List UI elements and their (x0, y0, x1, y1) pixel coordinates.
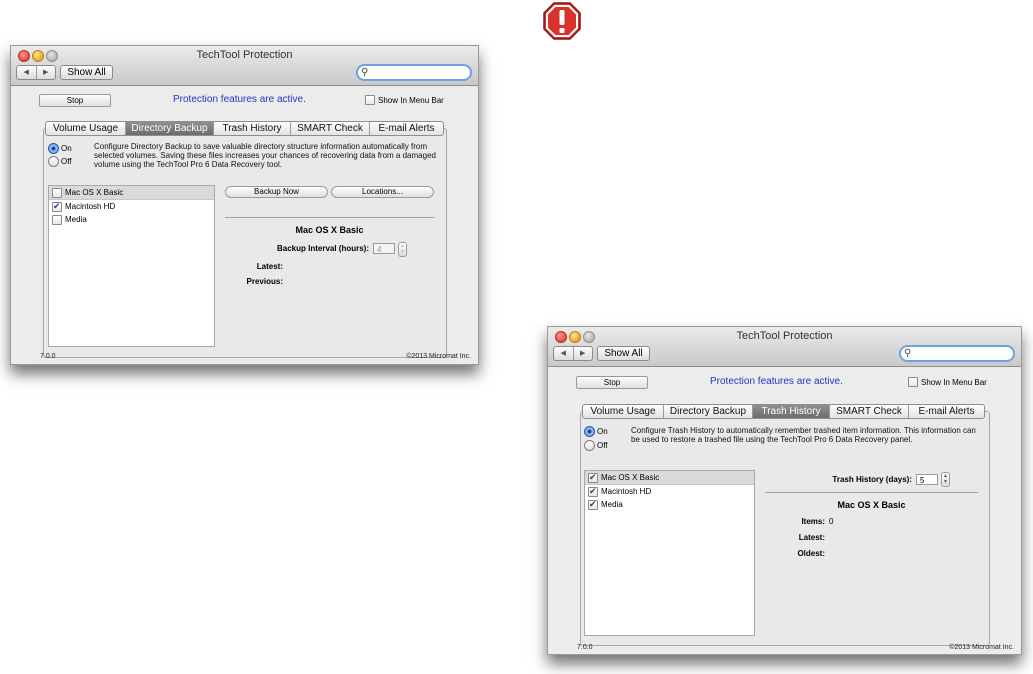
version-text: 7.0.0 (577, 644, 593, 651)
locations-button[interactable]: Locations... (331, 186, 434, 198)
volume-checkbox[interactable] (588, 472, 598, 483)
tab-trash-history[interactable]: Trash History (753, 405, 830, 418)
latest-label: Latest: (798, 533, 825, 542)
trash-history-days-stepper[interactable]: ▲ ▼ (941, 472, 950, 487)
tab-bar: Volume Usage Directory Backup Trash Hist… (45, 121, 444, 136)
selected-volume-title: Mac OS X Basic (295, 225, 364, 235)
show-all-button[interactable]: Show All (60, 65, 113, 80)
tab-directory-backup[interactable]: Directory Backup (664, 405, 753, 418)
show-in-menu-bar-checkbox[interactable]: Show In Menu Bar (908, 377, 987, 387)
title-bar: TechTool Protection ◀ ▶ Show All ⚲ (548, 327, 1021, 367)
search-input[interactable]: ⚲ (356, 64, 472, 81)
radio-on-label: On (61, 144, 72, 153)
volume-list: Mac OS X Basic Macintosh HD Media (584, 470, 755, 636)
list-item[interactable]: Media (585, 498, 754, 511)
radio-on[interactable]: On (48, 143, 72, 154)
chevron-right-icon[interactable]: ▶ (37, 66, 56, 79)
list-item[interactable]: Macintosh HD (585, 485, 754, 498)
show-in-menu-bar-label: Show In Menu Bar (378, 95, 444, 105)
volume-checkbox[interactable] (52, 187, 62, 198)
trash-history-days-label: Trash History (days): (832, 475, 912, 484)
previous-label: Previous: (246, 277, 283, 286)
chevron-right-icon[interactable]: ▶ (574, 347, 593, 360)
tab-email-alerts[interactable]: E-mail Alerts (909, 405, 984, 418)
status-text: Protection features are active. (173, 94, 306, 105)
volume-name: Macintosh HD (65, 202, 116, 211)
window-title: TechTool Protection (736, 330, 833, 342)
radio-button-selected[interactable] (48, 143, 59, 154)
stop-button[interactable]: Stop (39, 94, 111, 107)
backup-interval-stepper[interactable]: ▲ ▼ (398, 242, 407, 257)
latest-label: Latest: (256, 262, 283, 271)
list-item[interactable]: Mac OS X Basic (585, 471, 754, 485)
volume-checkbox[interactable] (588, 486, 598, 497)
radio-on-label: On (597, 427, 608, 436)
description-text: Configure Directory Backup to save valua… (94, 142, 436, 169)
techtool-protection-window-directory-backup: TechTool Protection ◀ ▶ Show All ⚲ Stop … (10, 45, 479, 365)
tab-trash-history[interactable]: Trash History (214, 122, 291, 135)
volume-checkbox[interactable] (52, 201, 62, 212)
version-text: 7.0.0 (40, 353, 56, 360)
tab-volume-usage[interactable]: Volume Usage (46, 122, 126, 135)
radio-off[interactable]: Off (48, 156, 72, 167)
show-in-menu-bar-checkbox[interactable]: Show In Menu Bar (365, 95, 444, 105)
divider (225, 217, 434, 218)
radio-off-label: Off (61, 157, 72, 166)
volume-name: Media (65, 215, 87, 224)
copyright-text: ©2013 Micromat Inc. (949, 644, 1014, 651)
items-value: 0 (829, 517, 834, 526)
magnifier-icon: ⚲ (361, 67, 369, 78)
back-forward-buttons: ◀ ▶ (16, 65, 56, 80)
window-title: TechTool Protection (196, 49, 293, 61)
volume-name: Mac OS X Basic (65, 188, 124, 197)
list-item[interactable]: Macintosh HD (49, 200, 214, 213)
copyright-text: ©2013 Micromat Inc. (406, 353, 471, 360)
show-all-button[interactable]: Show All (597, 346, 650, 361)
techtool-protection-window-trash-history: TechTool Protection ◀ ▶ Show All ⚲ Stop … (547, 326, 1022, 655)
tab-directory-backup[interactable]: Directory Backup (126, 122, 214, 135)
trash-history-days-field[interactable]: 5 (916, 474, 938, 485)
divider (765, 492, 978, 493)
radio-off[interactable]: Off (584, 440, 608, 451)
volume-checkbox[interactable] (52, 214, 62, 225)
volume-checkbox[interactable] (588, 499, 598, 510)
stop-button[interactable]: Stop (576, 376, 648, 389)
exclamation-octagon-icon (543, 2, 581, 40)
title-bar: TechTool Protection ◀ ▶ Show All ⚲ (11, 46, 478, 86)
description-text: Configure Trash History to automatically… (631, 426, 976, 444)
magnifier-icon: ⚲ (904, 348, 912, 359)
radio-button-selected[interactable] (584, 426, 595, 437)
tab-smart-check[interactable]: SMART Check (830, 405, 909, 418)
status-text: Protection features are active. (710, 376, 843, 387)
items-label: Items: (801, 517, 825, 526)
backup-interval-field[interactable]: 4 (373, 243, 395, 254)
radio-button[interactable] (48, 156, 59, 167)
list-item[interactable]: Media (49, 213, 214, 226)
volume-name: Macintosh HD (601, 487, 652, 496)
chevron-left-icon[interactable]: ◀ (554, 347, 574, 360)
back-forward-buttons: ◀ ▶ (553, 346, 593, 361)
chevron-left-icon[interactable]: ◀ (17, 66, 37, 79)
search-input[interactable]: ⚲ (899, 345, 1015, 362)
radio-off-label: Off (597, 441, 608, 450)
backup-now-button[interactable]: Backup Now (225, 186, 328, 198)
volume-name: Media (601, 500, 623, 509)
tab-email-alerts[interactable]: E-mail Alerts (370, 122, 443, 135)
volume-name: Mac OS X Basic (601, 473, 660, 482)
backup-interval-label: Backup Interval (hours): (276, 244, 369, 253)
selected-volume-title: Mac OS X Basic (837, 500, 906, 510)
radio-button[interactable] (584, 440, 595, 451)
tab-volume-usage[interactable]: Volume Usage (583, 405, 664, 418)
oldest-label: Oldest: (797, 549, 825, 558)
checkbox[interactable] (365, 95, 375, 105)
tab-bar: Volume Usage Directory Backup Trash Hist… (582, 404, 985, 419)
checkbox[interactable] (908, 377, 918, 387)
radio-on[interactable]: On (584, 426, 608, 437)
show-in-menu-bar-label: Show In Menu Bar (921, 377, 987, 387)
list-item[interactable]: Mac OS X Basic (49, 186, 214, 200)
tab-smart-check[interactable]: SMART Check (291, 122, 370, 135)
volume-list: Mac OS X Basic Macintosh HD Media (48, 185, 215, 347)
